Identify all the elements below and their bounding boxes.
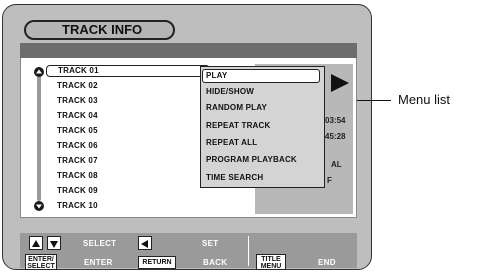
menu-item-hide-show[interactable]: HIDE/SHOW [206,85,324,99]
scroll-up-icon[interactable] [34,67,44,77]
return-button[interactable]: RETURN [138,256,176,269]
end-label: END [318,258,336,267]
total-time: 45:28 [325,132,346,141]
set-label: SET [202,239,219,248]
enter-select-button[interactable]: ENTER/ SELECT [25,254,57,270]
scroll-down-icon[interactable] [34,201,44,211]
scroll-track[interactable] [37,75,41,201]
left-button[interactable] [138,236,152,250]
callout-label: Menu list [398,92,451,107]
enter-label: ENTER [84,258,113,267]
track-item[interactable]: TRACK 07 [46,155,206,167]
track-item[interactable]: TRACK 02 [46,80,206,92]
select-label: SELECT [83,239,117,248]
track-item[interactable]: TRACK 10 [46,200,206,212]
menu-item-play[interactable]: PLAY [202,69,320,83]
play-arrow-icon [331,74,349,92]
play-state-value: F [327,176,332,185]
callout-line [357,100,391,101]
window-title: TRACK INFO [24,20,175,40]
footer-separator [248,236,249,266]
left-arrow-icon [141,240,148,248]
back-label: BACK [203,258,228,267]
down-button[interactable] [47,236,61,250]
menu-item-repeat-all[interactable]: REPEAT ALL [206,136,324,150]
menu-item-repeat-track[interactable]: REPEAT TRACK [206,119,324,133]
track-item[interactable]: TRACK 08 [46,170,206,182]
menu-item-time-search[interactable]: TIME SEARCH [206,171,324,185]
track-item[interactable]: TRACK 09 [46,185,206,197]
header-bar [20,43,357,58]
track-item[interactable]: TRACK 04 [46,110,206,122]
track-item[interactable]: TRACK 05 [46,125,206,137]
track-item[interactable]: TRACK 01 [46,65,210,77]
up-arrow-icon [32,240,40,247]
elapsed-time: 03:54 [325,116,346,125]
menu-item-program-playback[interactable]: PROGRAM PLAYBACK [206,153,324,167]
down-arrow-icon [50,241,58,248]
title-menu-button[interactable]: TITLE MENU [256,254,286,270]
up-button[interactable] [29,236,43,250]
track-item[interactable]: TRACK 03 [46,95,206,107]
footer-bar [20,233,357,268]
menu-item-random-play[interactable]: RANDOM PLAY [206,101,324,115]
track-item[interactable]: TRACK 06 [46,140,206,152]
play-mode-value: AL [331,160,342,169]
